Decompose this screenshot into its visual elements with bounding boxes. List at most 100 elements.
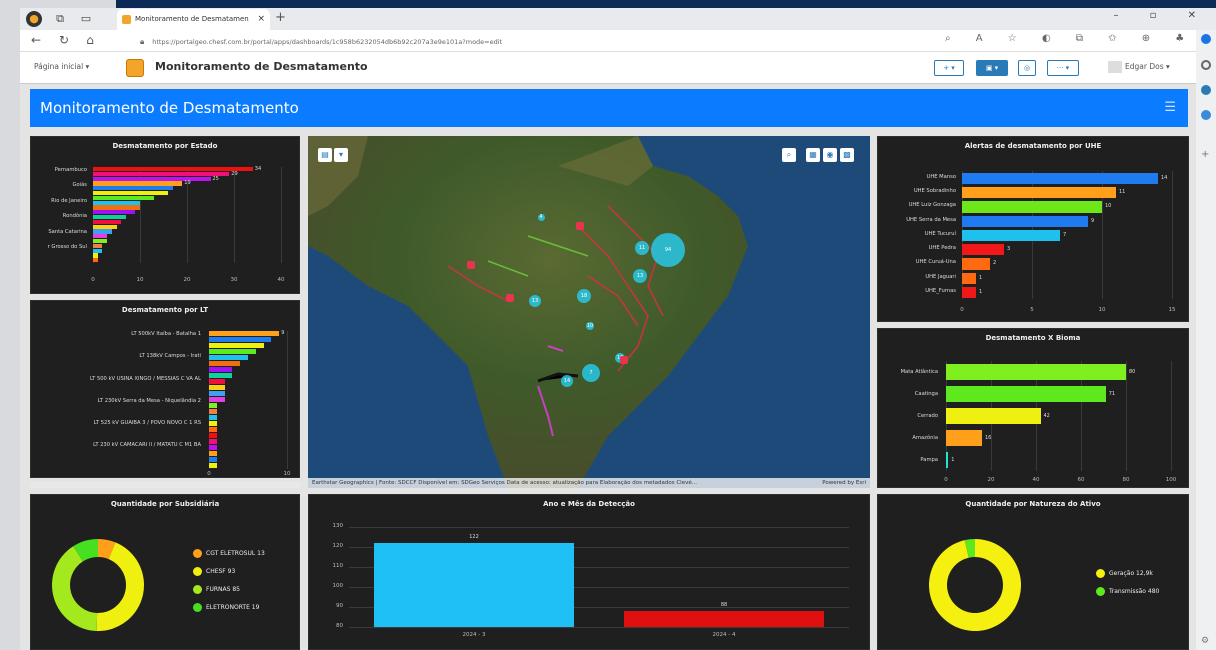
back-icon[interactable]: ← bbox=[28, 33, 44, 47]
bar bbox=[93, 171, 230, 176]
bar bbox=[93, 224, 117, 229]
settings-gear-icon[interactable]: ⚙ bbox=[1201, 636, 1211, 646]
map-cluster-marker[interactable]: 13 bbox=[633, 269, 647, 283]
home-dropdown[interactable]: Página inicial ▾ bbox=[34, 62, 89, 71]
refresh-icon[interactable]: ↻ bbox=[56, 33, 72, 47]
bar-value-label: 9 bbox=[1091, 217, 1095, 224]
legend-item: Geração 12,9k bbox=[1096, 569, 1153, 578]
dashboard-header: Monitoramento de Desmatamento ☰ bbox=[30, 89, 1188, 127]
workspaces-icon[interactable]: ⧉ bbox=[52, 11, 68, 27]
x-tick-label: 80 bbox=[1122, 477, 1130, 483]
x-tick-label: 0 bbox=[944, 477, 948, 483]
horizontal-scrollbar[interactable] bbox=[30, 482, 300, 488]
save-button[interactable]: ▣ ▾ bbox=[976, 60, 1008, 76]
bar-value-label: 2 bbox=[993, 260, 997, 267]
x-tick-label: 40 bbox=[277, 277, 285, 283]
bar bbox=[962, 286, 976, 298]
address-bar-icons[interactable]: ⌕ A ☆ ◐ ⧉ ✩ ⊕ ♣ ✎ ⋯ bbox=[945, 33, 1216, 44]
bar bbox=[209, 409, 217, 415]
app-title: Monitoramento de Desmatamento bbox=[155, 60, 368, 73]
panel-title: Desmatamento X Bioma bbox=[985, 334, 1081, 342]
bar bbox=[209, 343, 264, 349]
home-icon[interactable]: ⌂ bbox=[82, 33, 98, 47]
category-label: Rondônia bbox=[62, 213, 87, 220]
legend-label: Transmissão 480 bbox=[1109, 588, 1160, 595]
map-cluster-marker[interactable]: 18 bbox=[577, 289, 591, 303]
map-alert-marker[interactable] bbox=[506, 294, 514, 302]
bar bbox=[93, 210, 136, 215]
donut-slice[interactable] bbox=[52, 546, 98, 631]
category-label: UHE Sobradinho bbox=[913, 188, 956, 195]
profile-icon[interactable]: ● bbox=[26, 11, 42, 27]
bar-value-label: 1 bbox=[979, 288, 983, 295]
tools-icon[interactable] bbox=[1201, 85, 1211, 95]
map-cluster-marker[interactable]: 4 bbox=[537, 213, 545, 221]
bar bbox=[209, 433, 217, 439]
bar-value-label: 122 bbox=[469, 534, 479, 540]
legend-swatch bbox=[1096, 587, 1105, 596]
map-alert-marker[interactable] bbox=[467, 261, 475, 269]
gridline bbox=[1171, 361, 1172, 471]
window-controls[interactable]: – ▫ ✕ bbox=[1113, 10, 1210, 21]
x-tick-label: 20 bbox=[987, 477, 995, 483]
layer-list-icon[interactable]: ▤ bbox=[318, 148, 332, 162]
panel-desmatamento-bioma: Desmatamento X Bioma 0 20 40 60 80 100 Mata At… bbox=[877, 328, 1189, 488]
new-tab-button[interactable]: + bbox=[275, 10, 286, 25]
menu-icon[interactable]: ☰ bbox=[1164, 89, 1176, 127]
user-menu[interactable]: Edgar Dos ▾ bbox=[1108, 61, 1170, 73]
grid-view-icon[interactable]: ▩ bbox=[840, 148, 854, 162]
y-tick-label: 120 bbox=[332, 543, 344, 549]
layer-dropdown-icon[interactable]: ▾ bbox=[334, 148, 348, 162]
theme-button[interactable]: ◎ bbox=[1018, 60, 1036, 76]
search-sidebar-icon[interactable] bbox=[1201, 60, 1211, 70]
map-cluster-marker[interactable]: 14 bbox=[561, 375, 573, 387]
category-label: UHE Curuá-Una bbox=[915, 259, 956, 266]
category-label: Mata Atlântica bbox=[900, 369, 938, 375]
add-element-button[interactable]: + ▾ bbox=[934, 60, 964, 76]
map-cluster-marker[interactable]: 13 bbox=[529, 295, 541, 307]
map-cluster-marker[interactable]: 10 bbox=[586, 322, 594, 330]
category-label: Caatinga bbox=[914, 391, 938, 397]
category-label: UHE Serra da Mesa bbox=[906, 216, 956, 223]
bar-value-label: 29 bbox=[231, 170, 238, 177]
basemap-icon[interactable]: ▦ bbox=[806, 148, 820, 162]
legend-label: CHESF 93 bbox=[206, 568, 236, 575]
bar-value-label: 9 bbox=[281, 330, 285, 336]
category-label: LT 500 kV USINA XINGO / MESSIAS C VA AL bbox=[89, 375, 201, 382]
bar bbox=[93, 200, 140, 205]
outlook-icon[interactable] bbox=[1201, 110, 1211, 120]
bar bbox=[209, 361, 241, 367]
map-cluster-marker[interactable]: 94 bbox=[651, 233, 685, 267]
bar bbox=[209, 451, 217, 457]
bar bbox=[209, 457, 217, 463]
bar bbox=[209, 355, 248, 361]
panel-quantidade-subsidiaria: Quantidade por Subsidiária CGT ELETROSUL… bbox=[30, 494, 300, 650]
map-alert-marker[interactable] bbox=[576, 222, 584, 230]
map-view[interactable]: ▤ ▾ ⌕ ▦ ◉ ▩ 941113181371441016 Earthstar… bbox=[308, 136, 870, 488]
category-label: LT 138kV Campos - Irati bbox=[139, 353, 201, 360]
gridline bbox=[1172, 171, 1173, 299]
x-tick-label: 0 bbox=[960, 307, 964, 313]
copilot-icon[interactable] bbox=[1201, 34, 1211, 44]
bookmark-icon[interactable]: ◉ bbox=[823, 148, 837, 162]
url-field[interactable]: 🔒︎ https://portalgeo.chesf.com.br/portal/… bbox=[140, 34, 940, 49]
window-top-strip bbox=[116, 0, 1216, 8]
more-options-button[interactable]: ··· ▾ bbox=[1047, 60, 1079, 76]
map-cluster-marker[interactable]: 7 bbox=[582, 364, 600, 382]
bar bbox=[209, 445, 217, 451]
map-alert-marker[interactable] bbox=[620, 356, 628, 364]
bar bbox=[374, 543, 574, 627]
map-cluster-marker[interactable]: 11 bbox=[635, 241, 649, 255]
add-sidebar-icon[interactable]: + bbox=[1201, 150, 1211, 160]
lock-icon: 🔒︎ bbox=[140, 37, 145, 46]
browser-tab[interactable]: Monitoramento de Desmatamen × bbox=[117, 9, 270, 30]
gridline bbox=[287, 331, 288, 469]
x-tick-label: 5 bbox=[1030, 307, 1034, 313]
bar bbox=[209, 403, 217, 409]
map-search-icon[interactable]: ⌕ bbox=[782, 148, 796, 162]
tab-actions-icon[interactable]: ▭ bbox=[78, 11, 94, 27]
bar bbox=[93, 234, 108, 239]
browser-tab-bar: ● ⧉ ▭ Monitoramento de Desmatamen × + – … bbox=[20, 8, 1216, 30]
category-label: Cerrado bbox=[917, 413, 938, 419]
close-tab-icon[interactable]: × bbox=[257, 9, 265, 30]
